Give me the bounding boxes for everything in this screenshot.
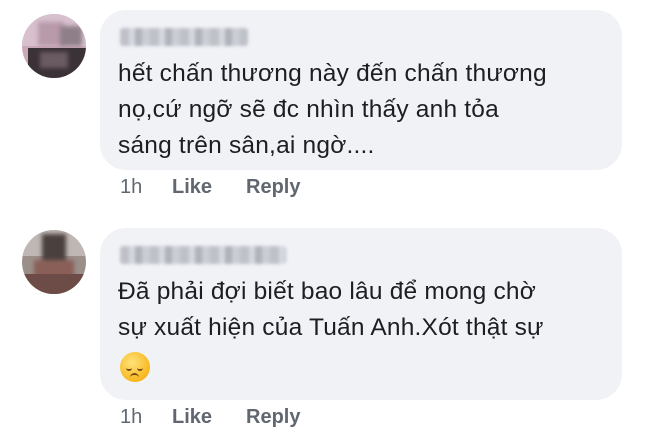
avatar[interactable] bbox=[22, 14, 86, 78]
comment-text: hết chấn thương này đến chấn thương nọ,c… bbox=[118, 60, 547, 159]
timestamp[interactable]: 1h bbox=[120, 406, 142, 429]
like-button[interactable]: Like bbox=[172, 176, 212, 199]
commenter-name[interactable] bbox=[120, 246, 286, 264]
comment-bubble: Đã phải đợi biết bao lâu để mong chờ sự … bbox=[100, 228, 622, 400]
pensive-face-emoji bbox=[120, 352, 150, 382]
comment-bubble: hết chấn thương này đến chấn thương nọ,c… bbox=[100, 10, 622, 170]
reply-button[interactable]: Reply bbox=[246, 176, 300, 199]
timestamp[interactable]: 1h bbox=[120, 176, 142, 199]
reply-button[interactable]: Reply bbox=[246, 406, 300, 429]
commenter-name[interactable] bbox=[120, 28, 248, 46]
comment-text: Đã phải đợi biết bao lâu để mong chờ sự … bbox=[118, 278, 544, 341]
like-button[interactable]: Like bbox=[172, 406, 212, 429]
avatar[interactable] bbox=[22, 230, 86, 294]
